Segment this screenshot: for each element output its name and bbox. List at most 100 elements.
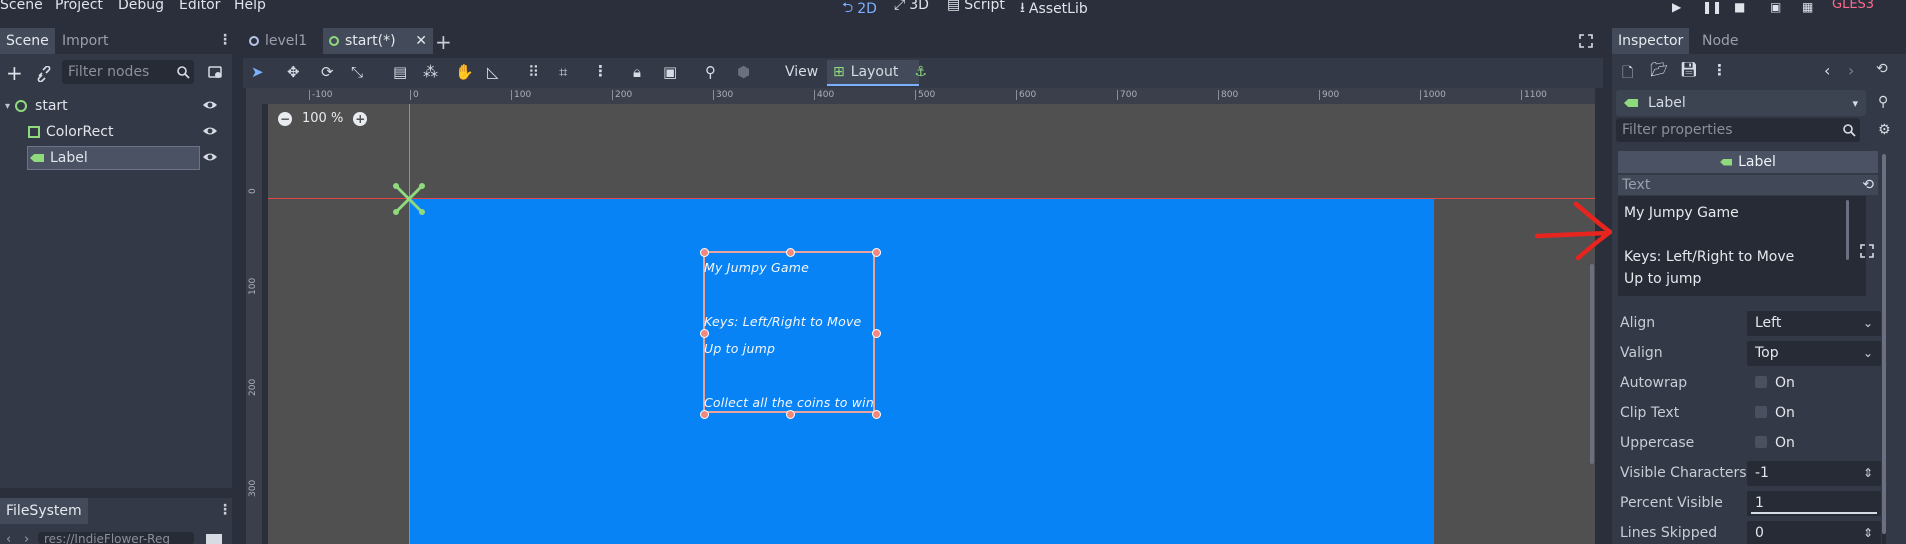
chevron-down-icon[interactable]: ⌄ — [1863, 341, 1873, 366]
lock-icon[interactable]: 🔒︎ — [633, 63, 641, 81]
property-value-spin[interactable]: 0 ⇕ — [1747, 520, 1881, 544]
add-node-icon[interactable]: + — [6, 61, 23, 85]
stop-icon[interactable]: ■ — [1734, 0, 1748, 14]
resize-handle[interactable] — [700, 410, 709, 419]
tab-inspector[interactable]: Inspector — [1612, 28, 1690, 54]
list-select-icon[interactable]: ▤ — [393, 63, 407, 81]
forward-arrow-icon[interactable]: › — [24, 532, 29, 544]
colorrect-node[interactable] — [409, 198, 1434, 544]
back-arrow-icon[interactable]: ‹ — [6, 532, 11, 544]
inspector-scrollbar-thumb[interactable] — [1882, 154, 1886, 534]
ruler-tool-icon[interactable]: ◺ — [487, 63, 499, 81]
mode-script-button[interactable]: ▤ Script — [947, 0, 1005, 13]
play-scene-icon[interactable]: ▣ — [1770, 0, 1784, 14]
expand-text-icon[interactable] — [1860, 244, 1874, 258]
zoom-out-icon[interactable]: − — [278, 111, 292, 126]
scale-tool-icon[interactable]: ⤡ — [351, 63, 363, 81]
visibility-eye-icon[interactable] — [202, 98, 218, 112]
pause-icon[interactable]: ❚❚ — [1702, 0, 1722, 14]
resource-menu-icon[interactable]: ⋮ — [1712, 61, 1727, 79]
tab-scene[interactable]: Scene — [0, 28, 55, 54]
tab-level1[interactable]: level1 — [243, 28, 313, 54]
scene-filter-input[interactable]: Filter nodes — [62, 60, 194, 84]
tab-node[interactable]: Node — [1696, 28, 1745, 54]
checkbox-icon[interactable] — [1755, 435, 1767, 448]
inspector-filter-input[interactable]: Filter properties — [1616, 118, 1860, 142]
text-edit-area[interactable]: My Jumpy Game Keys: Left/Right to Move Up … — [1618, 196, 1866, 296]
camera-icon[interactable]: ⬢ — [737, 63, 750, 81]
property-value-slider[interactable]: 1 — [1747, 490, 1881, 516]
tree-item-label-row[interactable]: Label — [0, 146, 232, 170]
play-custom-icon[interactable]: ▦ — [1802, 0, 1816, 14]
object-properties-icon[interactable]: ⚲ — [1878, 94, 1888, 110]
zoom-level[interactable]: 100 % — [302, 111, 343, 126]
property-value-dropdown[interactable]: Top ⌄ — [1747, 340, 1881, 366]
tab-import[interactable]: Import — [56, 28, 114, 54]
chevron-down-icon[interactable]: ▾ — [5, 101, 10, 112]
bone-icon[interactable]: ⚲ — [705, 63, 716, 81]
spin-arrows-icon[interactable]: ⇕ — [1863, 521, 1873, 544]
viewport-v-scrollbar[interactable] — [1590, 264, 1594, 464]
save-icon[interactable]: 💾︎ — [1680, 62, 1698, 78]
instance-scene-icon[interactable] — [207, 64, 223, 80]
tab-start[interactable]: start(*) ✕ — [323, 28, 433, 54]
group-icon[interactable]: ▣ — [663, 63, 677, 81]
resize-handle[interactable] — [700, 248, 709, 257]
chevron-down-icon[interactable]: ⌄ — [1863, 311, 1873, 336]
new-tab-icon[interactable]: + — [435, 30, 452, 54]
property-value-check[interactable]: On — [1747, 431, 1881, 456]
select-tool-icon[interactable]: ➤ — [251, 63, 264, 81]
checkbox-icon[interactable] — [1755, 405, 1767, 418]
canvas-viewport[interactable]: − 100 % + My Jumpy Game Keys: Left/Right … — [268, 104, 1595, 544]
mode-assetlib-button[interactable]: ⭳ AssetLib — [1020, 0, 1088, 21]
menu-debug[interactable]: Debug — [118, 0, 164, 13]
pivot-tool-icon[interactable]: ⁂ — [423, 63, 438, 81]
menu-help[interactable]: Help — [234, 0, 266, 13]
menu-editor[interactable]: Editor — [179, 0, 220, 13]
pan-tool-icon[interactable]: ✋ — [455, 63, 474, 81]
history-back-icon[interactable]: ‹ — [1824, 61, 1830, 80]
filesystem-path-input[interactable]: res://IndieFlower-Reg — [38, 532, 194, 544]
resize-handle[interactable] — [786, 248, 795, 257]
renderer-label[interactable]: GLES3 — [1832, 0, 1874, 12]
smart-snap-icon[interactable]: ⠿ — [528, 63, 539, 81]
slider-track[interactable] — [1751, 511, 1877, 514]
move-tool-icon[interactable]: ✥ — [287, 63, 300, 81]
mode-3d-button[interactable]: ⤢ 3D — [894, 0, 929, 13]
property-value-spin[interactable]: -1 ⇕ — [1747, 460, 1881, 486]
property-value-dropdown[interactable]: Left ⌄ — [1747, 310, 1881, 336]
tab-filesystem[interactable]: FileSystem — [0, 498, 88, 524]
link-icon[interactable] — [36, 66, 52, 82]
property-settings-icon[interactable]: ⚙︎ — [1878, 122, 1891, 138]
distraction-free-icon[interactable] — [1579, 34, 1593, 48]
mode-2d-button[interactable]: ⮌ 2D — [842, 0, 877, 21]
visibility-eye-icon[interactable] — [202, 150, 218, 164]
object-selector[interactable]: Label ▾ — [1616, 90, 1866, 116]
play-icon[interactable]: ▶ — [1672, 0, 1686, 14]
revert-icon[interactable]: ⟲ — [1862, 177, 1874, 193]
filesystem-menu-icon[interactable]: ⋮ — [218, 502, 232, 518]
view-menu[interactable]: View — [785, 64, 818, 80]
tree-item-label[interactable]: Label — [27, 146, 200, 170]
visibility-eye-icon[interactable] — [202, 124, 218, 138]
history-forward-icon[interactable]: › — [1848, 61, 1854, 80]
origin-pivot-icon[interactable] — [392, 182, 426, 216]
scene-menu-icon[interactable]: ⋮ — [218, 32, 232, 48]
resize-handle[interactable] — [786, 410, 795, 419]
grid-snap-icon[interactable]: ⌗ — [559, 63, 567, 81]
property-value-check[interactable]: On — [1747, 371, 1881, 396]
resize-handle[interactable] — [872, 248, 881, 257]
split-mode-icon[interactable] — [206, 534, 222, 544]
zoom-in-icon[interactable]: + — [353, 111, 368, 126]
tree-item-start[interactable]: ▾ start — [0, 94, 232, 118]
rotate-tool-icon[interactable]: ⟳ — [321, 63, 334, 81]
close-icon[interactable]: ✕ — [415, 28, 427, 54]
spin-arrows-icon[interactable]: ⇕ — [1863, 461, 1873, 486]
menu-project[interactable]: Project — [55, 0, 103, 13]
resize-handle[interactable] — [872, 329, 881, 338]
resize-handle[interactable] — [872, 410, 881, 419]
tree-item-colorrect[interactable]: ColorRect — [0, 120, 232, 144]
property-value-check[interactable]: On — [1747, 401, 1881, 426]
label-section-header[interactable]: Label — [1618, 151, 1878, 173]
text-scrollbar[interactable] — [1846, 200, 1849, 260]
